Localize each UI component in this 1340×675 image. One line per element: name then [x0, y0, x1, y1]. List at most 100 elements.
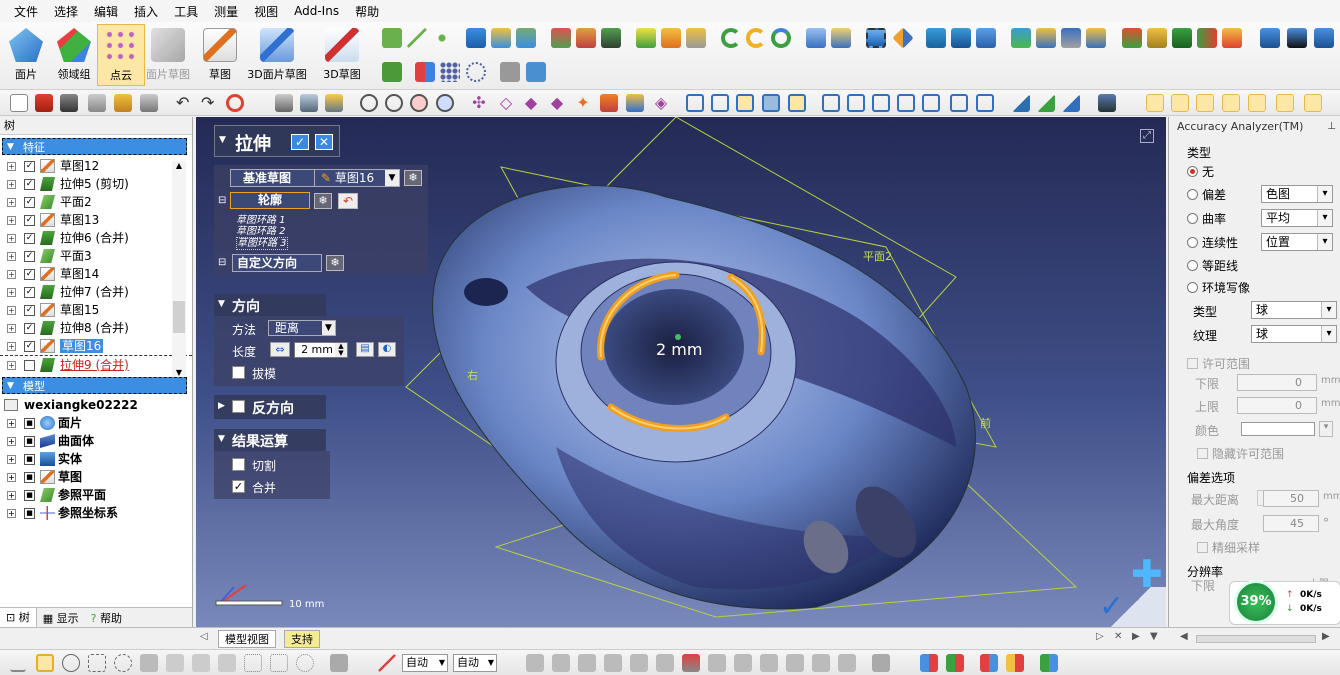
extend-select-icon[interactable]	[166, 654, 184, 672]
point-tool-icon[interactable]	[432, 28, 452, 48]
eye-solid-icon[interactable]	[1248, 94, 1266, 112]
3d-mesh-sketch-button[interactable]: 3D面片草图	[246, 24, 308, 86]
fine-sampling-checkbox[interactable]	[1197, 542, 1208, 553]
scroll-down-icon[interactable]: ▼	[172, 368, 186, 377]
eye-region-icon[interactable]	[1171, 94, 1189, 112]
view-user-icon[interactable]	[950, 94, 968, 112]
expand-icon[interactable]: +	[7, 306, 16, 315]
transform-icon[interactable]	[892, 27, 914, 49]
view-left-icon[interactable]	[872, 94, 890, 112]
feature-item[interactable]: + ✓ 拉伸6 (合并)	[0, 229, 192, 247]
draft-tool-icon[interactable]	[686, 28, 706, 48]
upper-input[interactable]: 0	[1237, 397, 1317, 414]
radio-curvature[interactable]	[1187, 213, 1198, 224]
menu-addins[interactable]: Add-Ins	[286, 4, 347, 18]
spinner-icon[interactable]: ▲ ▼	[335, 343, 347, 357]
wave-tool-icon[interactable]	[601, 28, 621, 48]
split-tool-icon[interactable]	[831, 28, 851, 48]
radio-isoline[interactable]	[1187, 260, 1198, 271]
smart-select-icon[interactable]	[296, 654, 314, 672]
circle-pattern-icon[interactable]	[466, 62, 486, 82]
model-item[interactable]: + ■ 草图	[0, 468, 192, 486]
open-icon[interactable]	[114, 94, 132, 112]
3d-sketch-button[interactable]: 3D草图	[318, 24, 366, 86]
view-normal-icon[interactable]	[922, 94, 940, 112]
region-select-icon[interactable]: ◆	[548, 94, 566, 112]
menu-measure[interactable]: 测量	[206, 3, 246, 20]
filter-11-icon[interactable]	[786, 654, 804, 672]
circle-select-icon[interactable]	[62, 654, 80, 672]
loop-item-2[interactable]: 草图环路 2	[236, 226, 288, 237]
tab-model-view[interactable]: 模型视图	[218, 630, 276, 648]
fine-sampling-label[interactable]: 精细采样	[1197, 539, 1260, 556]
filter-5-icon[interactable]	[630, 654, 648, 672]
split-face-icon[interactable]	[1222, 28, 1242, 48]
expand-icon[interactable]: +	[7, 361, 16, 370]
length-input[interactable]: 2 mm ▲ ▼	[294, 342, 348, 358]
model-item[interactable]: + ■ 面片	[0, 414, 192, 432]
maximize-icon[interactable]: ⤢	[1140, 129, 1154, 143]
menu-view[interactable]: 视图	[246, 3, 286, 20]
curvature-select[interactable]: 平均	[1261, 209, 1333, 227]
extrude-tool-icon[interactable]	[466, 28, 486, 48]
print-icon[interactable]	[88, 94, 106, 112]
expand-icon[interactable]: +	[7, 419, 16, 428]
tab-help[interactable]: ? 帮助	[85, 610, 128, 626]
clip-icon[interactable]	[1062, 94, 1080, 112]
align-icon[interactable]	[1287, 28, 1307, 48]
mirror-icon[interactable]	[415, 62, 435, 82]
option-isoline[interactable]: 等距线	[1187, 257, 1238, 274]
expand-icon[interactable]: +	[7, 324, 16, 333]
feature-item[interactable]: + ✓ 草图12	[0, 157, 192, 175]
collapse-arrow-icon[interactable]: ▼	[7, 378, 14, 395]
texture-select[interactable]: 球	[1251, 325, 1337, 343]
all-select-icon[interactable]: ◈	[652, 94, 670, 112]
visibility-toggle[interactable]: ■	[24, 490, 35, 501]
model-item[interactable]: + ■ 参照平面	[0, 486, 192, 504]
expand-icon[interactable]: +	[7, 342, 16, 351]
expand-icon[interactable]: +	[7, 509, 16, 518]
filter-3-icon[interactable]	[578, 654, 596, 672]
progress-ring[interactable]: 39%	[1234, 580, 1278, 624]
zoom-icon[interactable]	[360, 94, 378, 112]
sweep-tool-icon[interactable]	[516, 28, 536, 48]
tab-close-icon[interactable]: ✕	[1114, 631, 1122, 642]
face-select-icon[interactable]: ◆	[522, 94, 540, 112]
option-env-map[interactable]: 环境写像	[1187, 279, 1250, 296]
view-back-icon[interactable]	[711, 94, 729, 112]
expand-icon[interactable]: +	[7, 473, 16, 482]
visibility-checkbox[interactable]: ✓	[24, 287, 35, 298]
invert-select-icon[interactable]	[244, 654, 262, 672]
eye-sketch-icon[interactable]	[1276, 94, 1294, 112]
pattern-icon[interactable]	[1260, 28, 1280, 48]
auto-select-1[interactable]: 自动 ▼	[402, 654, 448, 672]
expand-icon[interactable]: +	[7, 270, 16, 279]
visibility-toggle[interactable]: ■	[24, 454, 35, 465]
boolean-tool-icon[interactable]	[1011, 28, 1031, 48]
visibility-checkbox[interactable]: ✓	[24, 197, 35, 208]
thicken-tool-icon[interactable]	[1061, 28, 1081, 48]
method-select[interactable]: 距离 ▼	[268, 320, 336, 336]
tab-display[interactable]: ▦ 显示	[37, 610, 85, 626]
scroll-up-icon[interactable]: ▲	[172, 161, 186, 175]
panel-scrollbar[interactable]	[1196, 635, 1316, 643]
refresh-icon[interactable]	[226, 94, 244, 112]
cylinder-tool-icon[interactable]	[636, 28, 656, 48]
visibility-icon[interactable]	[330, 654, 348, 672]
chevron-down-icon[interactable]: ▾	[1319, 421, 1333, 437]
radio-deviation[interactable]	[1187, 189, 1198, 200]
model-root[interactable]: wexiangke02222	[0, 396, 192, 414]
import-icon[interactable]	[35, 94, 53, 112]
point-cloud-button[interactable]: 点云	[97, 24, 145, 86]
box-tool-icon[interactable]	[926, 28, 946, 48]
grid-icon[interactable]	[440, 62, 460, 82]
expand-icon[interactable]: +	[7, 216, 16, 225]
replace-face-icon[interactable]	[1122, 28, 1142, 48]
draft-checkbox[interactable]	[232, 366, 245, 379]
max-distance-input[interactable]: 50	[1263, 490, 1319, 507]
eye-point-icon[interactable]	[1196, 94, 1214, 112]
reverse-direction-header[interactable]: ▶ 反方向	[214, 395, 326, 419]
move-face-icon[interactable]	[1086, 28, 1106, 48]
sketch-button[interactable]: 草图	[196, 24, 244, 86]
combine-tool-icon[interactable]	[806, 28, 826, 48]
